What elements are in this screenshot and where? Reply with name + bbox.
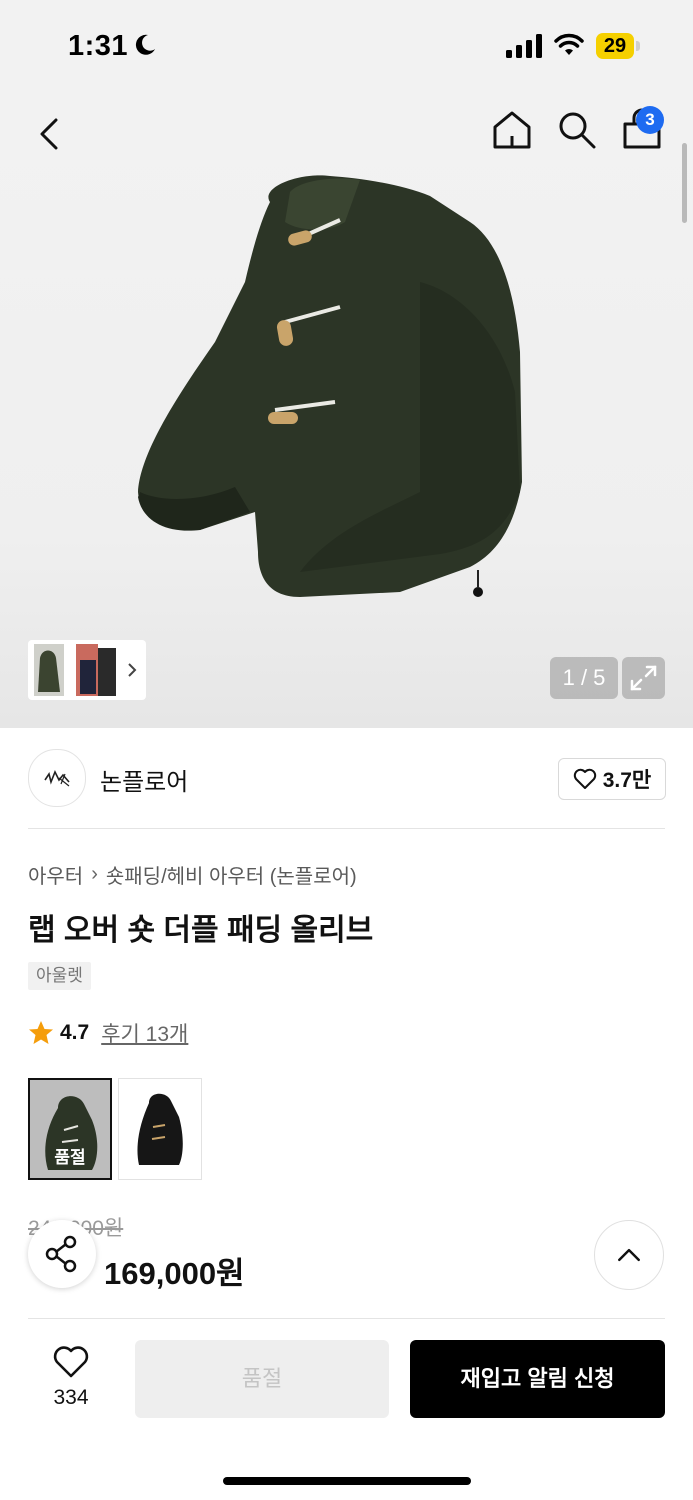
restock-alert-button[interactable]: 재입고 알림 신청 bbox=[410, 1340, 665, 1418]
product-image bbox=[138, 175, 522, 597]
home-icon[interactable] bbox=[490, 108, 534, 152]
star-icon bbox=[29, 1021, 53, 1044]
brand-logo-mark bbox=[44, 770, 70, 787]
scroll-to-top-button[interactable] bbox=[594, 1220, 664, 1290]
soldout-button[interactable]: 품절 bbox=[135, 1340, 389, 1418]
breadcrumb-subcategory[interactable]: 숏패딩/헤비 아우터 (논플로어) bbox=[106, 860, 357, 889]
wishlist-count: 334 bbox=[53, 1386, 89, 1409]
battery-level: 29 bbox=[596, 33, 634, 59]
product-image-gallery[interactable] bbox=[0, 92, 693, 728]
share-button[interactable] bbox=[28, 1220, 96, 1288]
divider bbox=[28, 1318, 665, 1319]
rating: 4.7 후기 13개 bbox=[28, 1018, 188, 1048]
review-link[interactable]: 후기 13개 bbox=[101, 1018, 188, 1048]
breadcrumb-category[interactable]: 아우터 bbox=[28, 860, 83, 889]
heart-icon bbox=[573, 768, 596, 789]
outlet-tag: 아울렛 bbox=[28, 962, 91, 990]
moon-icon bbox=[135, 34, 155, 55]
chevron-right-icon: › bbox=[91, 863, 98, 885]
color-option-black[interactable] bbox=[118, 1078, 202, 1180]
status-time: 1:31 bbox=[68, 30, 129, 62]
home-indicator[interactable] bbox=[223, 1477, 471, 1485]
divider bbox=[28, 828, 665, 829]
image-counter: 1 / 5 bbox=[550, 657, 618, 699]
sale-price: 169,000원 bbox=[104, 1256, 245, 1291]
expand-icon[interactable] bbox=[622, 657, 665, 699]
scrollbar[interactable] bbox=[682, 143, 687, 223]
cellular-signal-icon bbox=[506, 34, 542, 58]
color-option-olive[interactable]: 품절 bbox=[28, 1078, 112, 1180]
back-button[interactable] bbox=[30, 112, 74, 156]
cart-count-badge: 3 bbox=[636, 106, 664, 134]
thumbnail-strip[interactable] bbox=[28, 640, 146, 700]
wishlist-heart-icon[interactable] bbox=[36, 1340, 106, 1384]
option-thumbnail bbox=[137, 1093, 183, 1165]
brand-like-count: 3.7만 bbox=[602, 769, 652, 792]
battery-tip bbox=[636, 41, 640, 51]
thumbnail-images bbox=[34, 644, 137, 696]
wifi-icon bbox=[554, 33, 584, 55]
battery-indicator: 29 bbox=[596, 33, 642, 59]
search-icon[interactable] bbox=[555, 108, 599, 152]
brand-logo[interactable] bbox=[28, 749, 86, 807]
breadcrumb: 아우터 › 숏패딩/헤비 아우터 (논플로어) bbox=[28, 860, 357, 889]
brand-name[interactable]: 논플로어 bbox=[100, 762, 188, 797]
brand-like-button[interactable]: 3.7만 bbox=[558, 758, 666, 800]
soldout-label: 품절 bbox=[54, 1148, 86, 1167]
product-title: 랩 오버 숏 더플 패딩 올리브 bbox=[28, 914, 374, 947]
rating-value: 4.7 bbox=[60, 1021, 90, 1044]
